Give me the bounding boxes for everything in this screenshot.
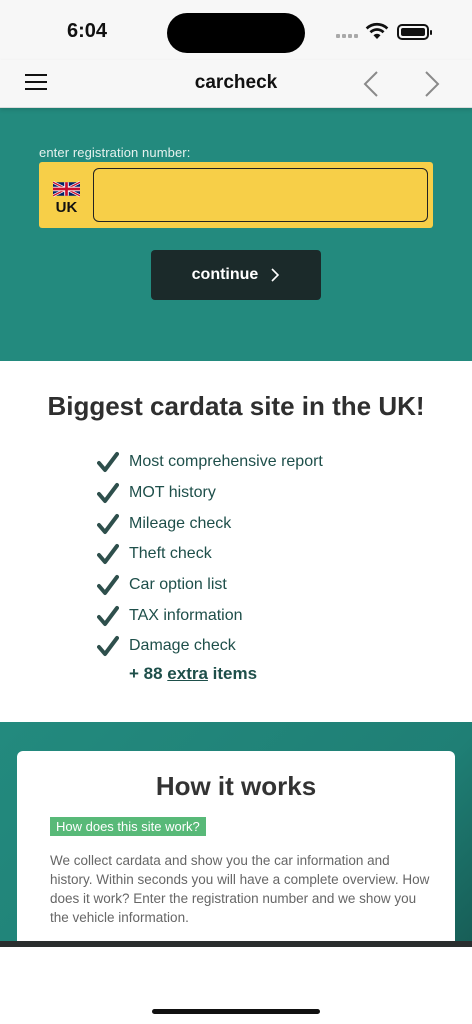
registration-label: enter registration number: <box>39 145 191 160</box>
feature-text: MOT history <box>129 484 216 502</box>
check-icon <box>97 452 119 473</box>
back-chevron-icon[interactable] <box>355 68 385 100</box>
battery-icon <box>397 24 432 40</box>
feature-text: Mileage check <box>129 514 232 532</box>
check-icon <box>97 605 119 626</box>
cellular-signal-icon <box>336 34 358 38</box>
nav-bar: carcheck <box>0 60 472 108</box>
features-title: Biggest cardata site in the UK! <box>47 391 425 421</box>
feature-item: Damage check <box>97 631 323 662</box>
feature-list: Most comprehensive report MOT history Mi… <box>97 447 323 662</box>
forward-chevron-icon[interactable] <box>418 68 448 100</box>
feature-item: Car option list <box>97 570 323 601</box>
feature-text: Most comprehensive report <box>129 453 323 471</box>
how-it-works-text: We collect cardata and show you the car … <box>50 853 430 925</box>
check-icon <box>97 575 119 596</box>
feature-item: Most comprehensive report <box>97 447 323 478</box>
feature-text: Theft check <box>129 545 212 563</box>
registration-input[interactable] <box>93 168 428 222</box>
dynamic-island <box>167 13 305 53</box>
registration-plate: UK <box>39 162 433 228</box>
feature-item: TAX information <box>97 600 323 631</box>
check-icon <box>97 483 119 504</box>
how-it-works-title: How it works <box>155 771 317 801</box>
feature-item: MOT history <box>97 478 323 509</box>
home-indicator[interactable] <box>152 1009 320 1014</box>
check-icon <box>97 513 119 534</box>
status-time: 6:04 <box>67 20 108 42</box>
check-icon <box>97 636 119 657</box>
country-code: UK <box>55 199 78 216</box>
nav-title: carcheck <box>194 72 278 93</box>
chevron-right-icon <box>271 268 280 282</box>
feature-item: Mileage check <box>97 508 323 539</box>
feature-text: Damage check <box>129 637 236 655</box>
wifi-icon <box>365 22 389 39</box>
how-it-works-section: How it works How does this site work? We… <box>0 722 472 951</box>
status-bar: 6:04 <box>0 0 472 60</box>
extra-suffix: items <box>212 664 258 683</box>
extra-count: + 88 <box>129 664 163 683</box>
uk-flag-icon <box>53 181 80 197</box>
continue-button[interactable]: continue <box>151 250 321 300</box>
extra-items-line: + 88 extra items <box>129 664 257 684</box>
how-it-works-card: How it works How does this site work? We… <box>17 751 455 951</box>
how-it-works-badge: How does this site work? <box>50 817 206 836</box>
feature-text: Car option list <box>129 576 227 594</box>
extra-link[interactable]: extra <box>167 664 208 683</box>
continue-label: continue <box>191 266 259 283</box>
feature-item: Theft check <box>97 539 323 570</box>
search-section: enter registration number: UK continue <box>0 108 472 361</box>
bottom-toolbar <box>0 947 472 1024</box>
feature-text: TAX information <box>129 606 243 624</box>
check-icon <box>97 544 119 565</box>
